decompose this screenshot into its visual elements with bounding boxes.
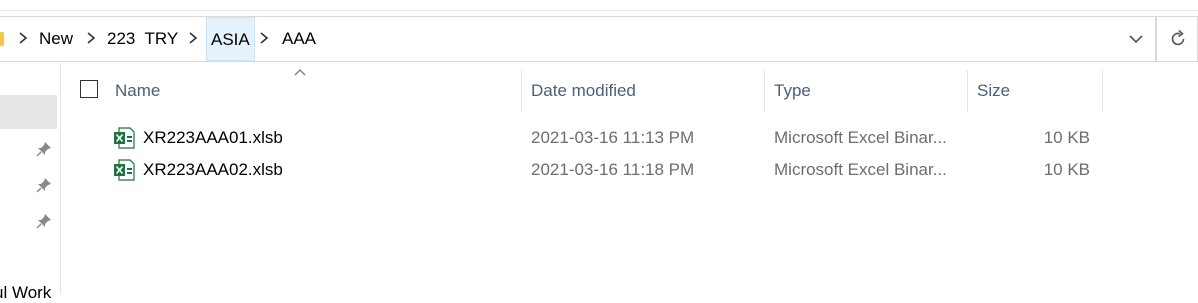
file-name[interactable]: XR223AAA01.xlsb xyxy=(143,123,283,153)
nav-item-selected[interactable] xyxy=(0,95,57,129)
column-divider[interactable] xyxy=(521,70,522,112)
breadcrumb-asia[interactable]: ASIA xyxy=(206,17,255,61)
breadcrumb-223-try[interactable]: 223 TRY xyxy=(103,24,182,54)
pin-icon[interactable] xyxy=(35,176,53,194)
file-name[interactable]: XR223AAA02.xlsb xyxy=(143,155,283,185)
excel-file-icon xyxy=(114,159,135,181)
file-date-modified: 2021-03-16 11:18 PM xyxy=(531,160,695,179)
file-size: 10 KB xyxy=(1043,128,1090,147)
nav-item-label[interactable]: ul Work xyxy=(0,283,51,303)
column-header-type[interactable]: Type xyxy=(774,70,811,112)
column-divider[interactable] xyxy=(967,70,968,112)
chevron-down-icon[interactable] xyxy=(1127,30,1145,48)
refresh-icon xyxy=(1171,29,1185,46)
breadcrumb-aaa[interactable]: AAA xyxy=(278,24,320,54)
column-header-name[interactable]: Name xyxy=(115,70,160,112)
folder-icon xyxy=(0,32,4,46)
file-row[interactable]: XR223AAA02.xlsb 2021-03-16 11:18 PM Micr… xyxy=(61,155,1101,185)
pin-icon[interactable] xyxy=(35,212,53,230)
navigation-pane[interactable]: ul Work xyxy=(0,63,61,302)
breadcrumb-new[interactable]: New xyxy=(35,24,77,54)
address-bar[interactable]: New 223 TRY ASIA AAA xyxy=(0,16,1156,62)
title-strip xyxy=(0,0,1198,11)
column-divider[interactable] xyxy=(764,70,765,112)
breadcrumb-separator-icon[interactable] xyxy=(257,28,271,48)
column-header-date-modified[interactable]: Date modified xyxy=(531,70,636,112)
refresh-button[interactable] xyxy=(1156,16,1198,62)
breadcrumb-separator-icon[interactable] xyxy=(16,28,30,48)
file-row[interactable]: XR223AAA01.xlsb 2021-03-16 11:13 PM Micr… xyxy=(61,123,1101,153)
file-type: Microsoft Excel Binar... xyxy=(774,128,947,147)
breadcrumb-separator-icon[interactable] xyxy=(186,28,200,48)
file-size: 10 KB xyxy=(1043,160,1090,179)
excel-file-icon xyxy=(114,127,135,149)
select-all-checkbox[interactable] xyxy=(80,80,98,98)
breadcrumb-separator-icon[interactable] xyxy=(84,28,98,48)
column-header-row: Name Date modified Type Size xyxy=(61,70,1198,112)
column-divider[interactable] xyxy=(1102,70,1103,112)
column-header-size[interactable]: Size xyxy=(977,70,1010,112)
pin-icon[interactable] xyxy=(35,140,53,158)
file-date-modified: 2021-03-16 11:13 PM xyxy=(531,128,695,147)
file-type: Microsoft Excel Binar... xyxy=(774,160,947,179)
